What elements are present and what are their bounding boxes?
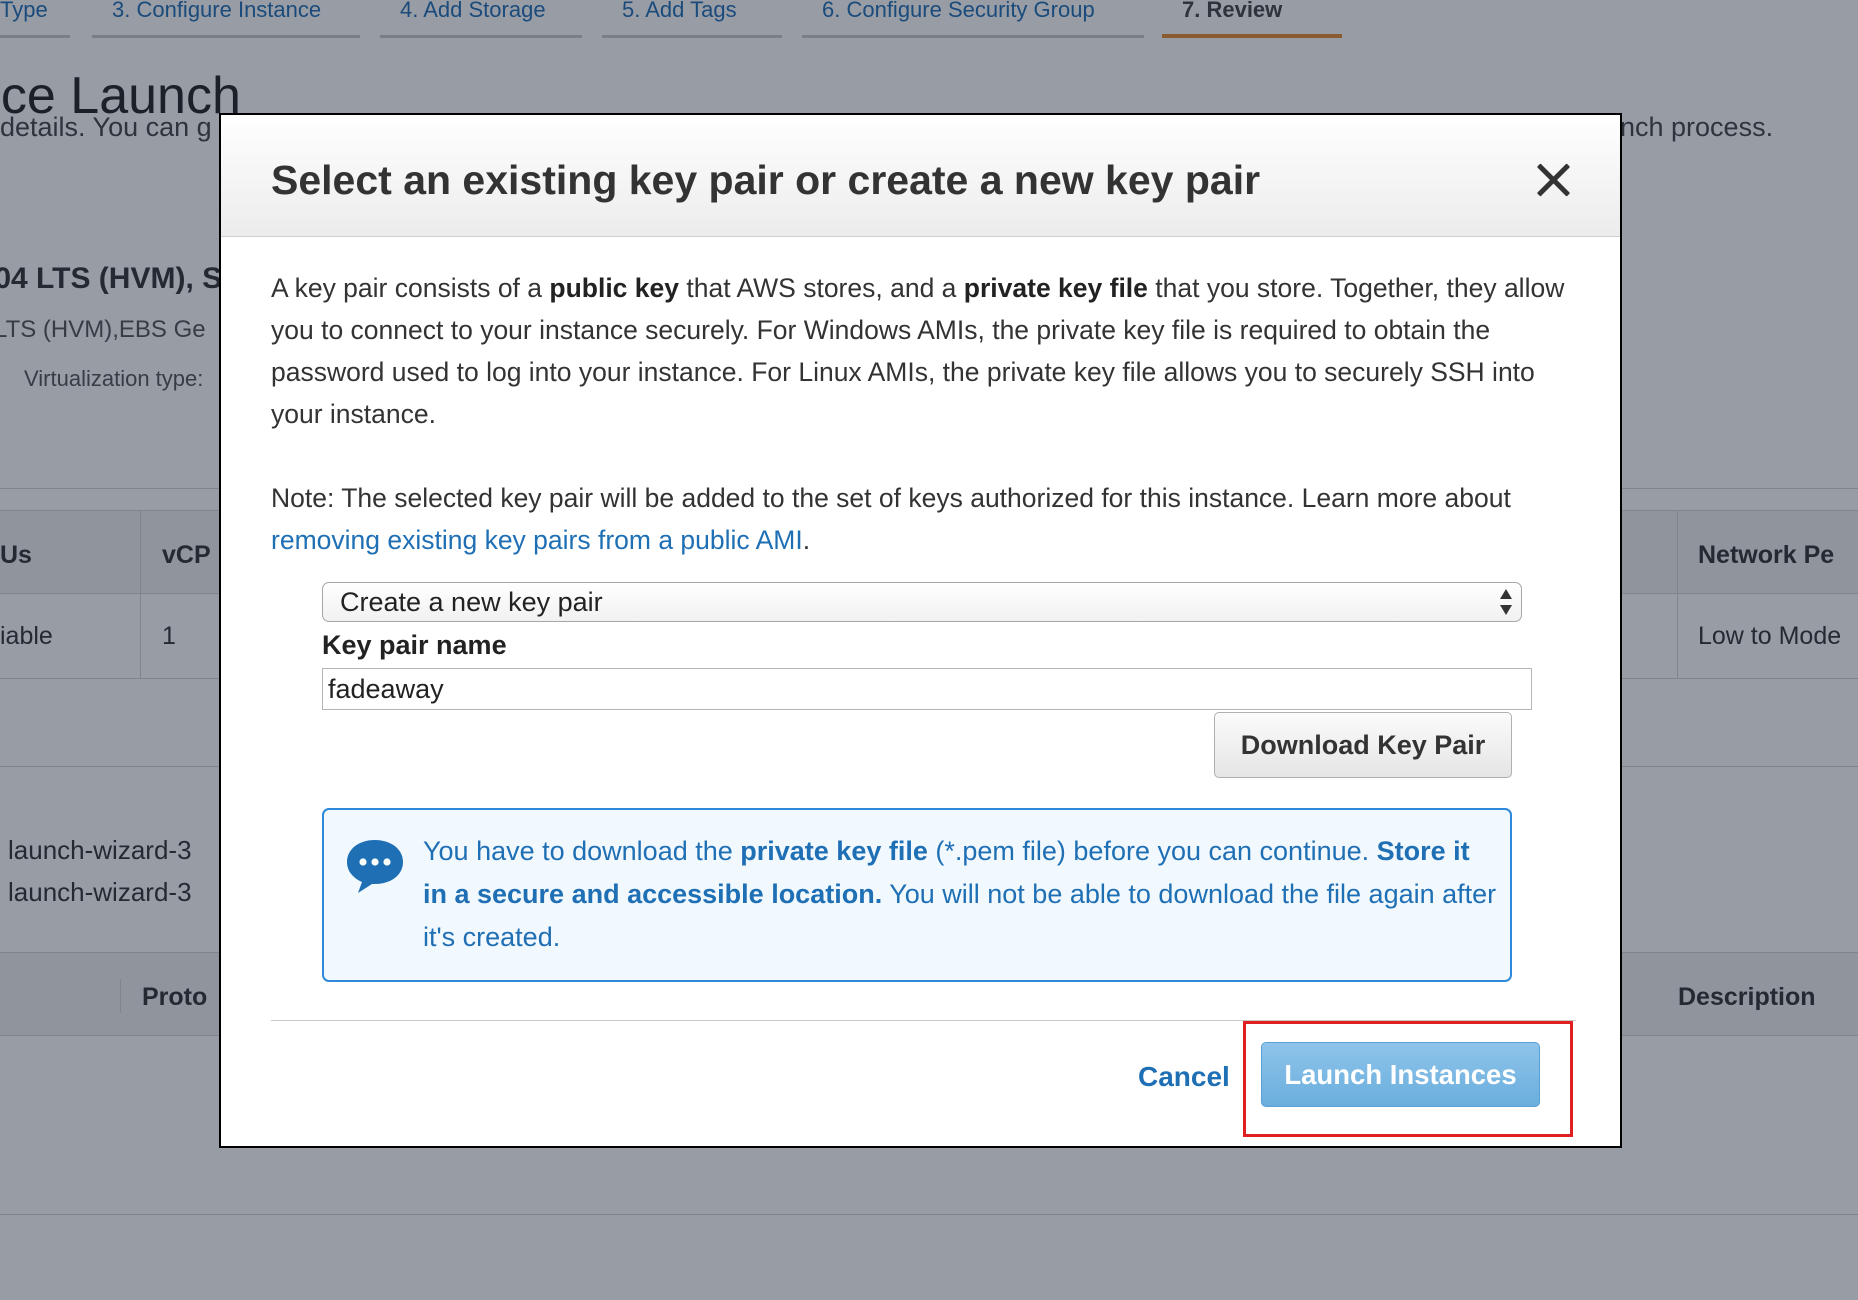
key-pair-select-value: Create a new key pair bbox=[340, 587, 603, 617]
annotation-highlight-box bbox=[1243, 1021, 1573, 1137]
close-icon[interactable] bbox=[1534, 161, 1572, 199]
select-arrows-icon bbox=[1499, 589, 1513, 615]
intro-paragraph: A key pair consists of a public key that… bbox=[271, 267, 1571, 435]
note-text: . bbox=[802, 525, 811, 555]
alert-bold: private key file bbox=[740, 836, 928, 866]
key-pair-select[interactable]: Create a new key pair bbox=[322, 582, 1522, 622]
remove-key-pairs-link[interactable]: removing existing key pairs from a publi… bbox=[271, 525, 803, 555]
intro-bold: public key bbox=[549, 273, 679, 303]
chat-bubble-icon bbox=[347, 840, 403, 893]
info-alert: You have to download the private key fil… bbox=[322, 808, 1512, 982]
key-pair-modal: Select an existing key pair or create a … bbox=[219, 113, 1622, 1148]
modal-title: Select an existing key pair or create a … bbox=[271, 157, 1261, 203]
intro-bold: private key file bbox=[963, 273, 1148, 303]
key-pair-name-input[interactable] bbox=[322, 668, 1532, 710]
key-pair-name-label: Key pair name bbox=[322, 630, 507, 660]
note-paragraph: Note: The selected key pair will be adde… bbox=[271, 477, 1571, 561]
note-text: Note: The selected key pair will be adde… bbox=[271, 483, 1511, 513]
alert-message: You have to download the private key fil… bbox=[423, 830, 1498, 959]
download-key-pair-button[interactable]: Download Key Pair bbox=[1214, 712, 1512, 778]
alert-text: You have to download the bbox=[423, 836, 741, 866]
modal-header: Select an existing key pair or create a … bbox=[221, 115, 1620, 237]
cancel-button[interactable]: Cancel bbox=[1138, 1061, 1230, 1093]
alert-text: (*.pem file) before you can continue. bbox=[927, 836, 1377, 866]
intro-text: A key pair consists of a bbox=[271, 273, 550, 303]
intro-text: that AWS stores, and a bbox=[679, 273, 964, 303]
